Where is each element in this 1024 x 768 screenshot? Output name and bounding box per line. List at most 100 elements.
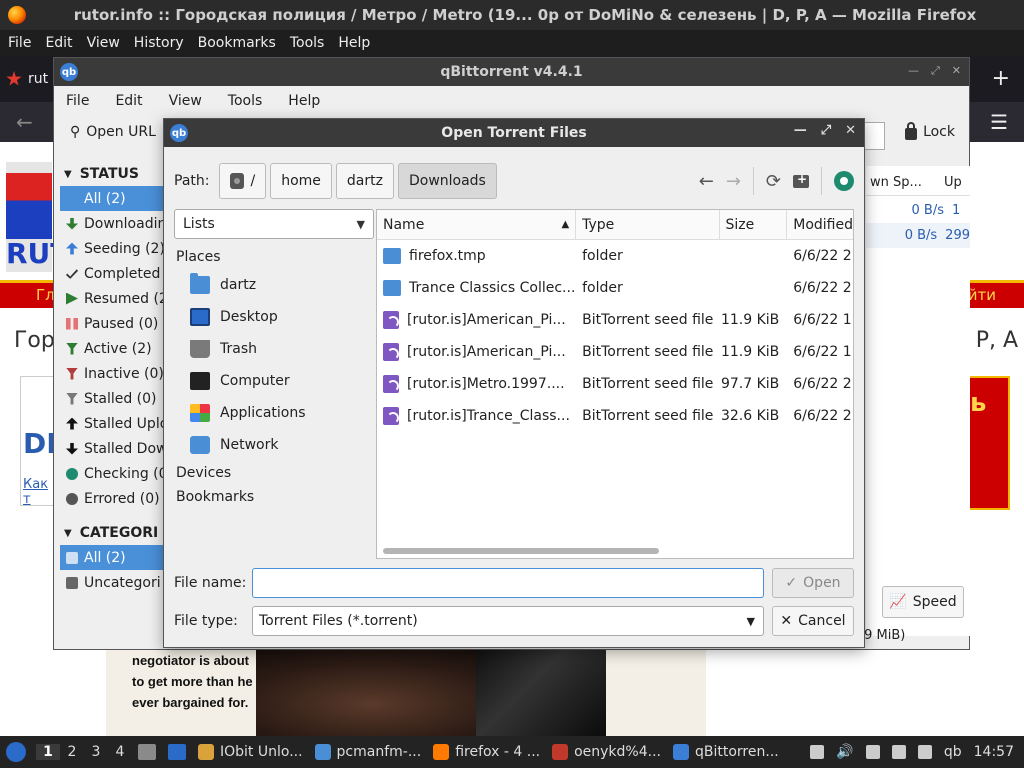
status-filter-item[interactable]: All (2) [60, 186, 170, 211]
file-type-combo[interactable]: Torrent Files (*.torrent) ▼ [252, 606, 764, 636]
place-item[interactable]: Applications [174, 397, 374, 429]
workspace-button[interactable]: 3 [84, 744, 108, 760]
speed-button[interactable]: 📈 Speed [882, 586, 964, 618]
menu-bookmarks[interactable]: Bookmarks [198, 35, 276, 51]
volume-icon[interactable]: 🔊 [836, 744, 853, 760]
horizontal-scrollbar[interactable] [383, 548, 659, 554]
qb-menu-view[interactable]: View [169, 93, 202, 109]
ad-banner-left[interactable]: DL Как т [20, 376, 64, 507]
display-icon[interactable] [917, 745, 932, 759]
qbittorrent-tray-icon[interactable]: qb [944, 744, 962, 760]
cancel-button[interactable]: ✕ Cancel [772, 606, 854, 636]
network-tray-icon[interactable] [810, 745, 825, 759]
category-filter-item[interactable]: All (2) [60, 545, 170, 570]
taskbar-task[interactable]: oenykd%4... [546, 744, 667, 760]
open-url-button[interactable]: ⚲ Open URL [70, 124, 156, 140]
browser-tab[interactable]: rut [6, 64, 56, 94]
categories-section-header[interactable]: ▼ CATEGORI [60, 521, 170, 545]
path-crumb-dartz[interactable]: dartz [335, 163, 394, 199]
qb-menu-tools[interactable]: Tools [228, 93, 263, 109]
places-header[interactable]: Places [174, 245, 374, 269]
open-button[interactable]: ✓ Open [772, 568, 854, 598]
status-filter-item[interactable]: Paused (0) [60, 311, 170, 336]
taskbar-task[interactable]: IObit Unlo... [192, 744, 309, 760]
workspace-button[interactable]: 4 [108, 744, 132, 760]
keyboard-icon[interactable] [891, 745, 906, 759]
col-download-speed[interactable]: wn Sp... [866, 175, 940, 190]
path-crumb-home[interactable]: home [270, 163, 332, 199]
place-item[interactable]: Computer [174, 365, 374, 397]
file-name-input[interactable] [252, 568, 764, 598]
status-filter-item[interactable]: Stalled (0) [60, 386, 170, 411]
qb-menu-help[interactable]: Help [288, 93, 320, 109]
path-crumb-downloads[interactable]: Downloads [397, 163, 497, 199]
status-filter-item[interactable]: Stalled Dow [60, 436, 170, 461]
place-item[interactable]: Trash [174, 333, 374, 365]
clipboard-icon[interactable] [865, 745, 880, 759]
taskbar-task[interactable]: pcmanfm-... [309, 744, 428, 760]
category-filter-item[interactable]: Uncategori [60, 570, 170, 595]
qb-menu-file[interactable]: File [66, 93, 89, 109]
site-nav-home[interactable]: Гл [36, 286, 55, 304]
new-tab-button[interactable]: + [992, 66, 1010, 91]
col-name[interactable]: Name ▲ [377, 210, 577, 239]
view-mode-combo[interactable]: Lists ▼ [174, 209, 374, 239]
workspace-button[interactable]: 2 [60, 744, 84, 760]
torrent-row[interactable]: 0 B/s 1 [866, 198, 970, 223]
maximize-icon[interactable]: ⤢ [821, 123, 831, 138]
devices-header[interactable]: Devices [174, 461, 374, 485]
menu-view[interactable]: View [87, 35, 120, 51]
menu-edit[interactable]: Edit [45, 35, 72, 51]
taskbar-task[interactable]: qBittorren... [667, 744, 785, 760]
minimize-icon[interactable]: — [794, 123, 807, 138]
site-nav-search[interactable]: йти [968, 286, 996, 304]
close-icon[interactable]: ✕ [952, 64, 961, 78]
place-item[interactable]: Desktop [174, 301, 374, 333]
file-manager-icon[interactable] [138, 744, 156, 760]
status-filter-item[interactable]: Inactive (0) [60, 361, 170, 386]
col-type[interactable]: Type [576, 210, 720, 239]
file-row[interactable]: Trance Classics Collec... folder 6/6/22 2: [377, 272, 853, 304]
workspace-button[interactable]: 1 [36, 744, 60, 760]
close-icon[interactable]: ✕ [845, 123, 856, 138]
forward-arrow-icon[interactable]: → [726, 171, 741, 192]
hamburger-menu-icon[interactable]: ☰ [990, 110, 1008, 134]
status-filter-item[interactable]: Errored (0) [60, 486, 170, 511]
reload-icon[interactable]: ⟳ [766, 171, 781, 192]
clock[interactable]: 14:57 [974, 744, 1014, 760]
status-filter-item[interactable]: Resumed (2 [60, 286, 170, 311]
ad-link[interactable]: Как т [23, 477, 55, 507]
menu-history[interactable]: History [134, 35, 184, 51]
taskbar-task[interactable]: firefox - 4 ... [427, 744, 546, 760]
menu-file[interactable]: File [8, 35, 31, 51]
status-section-header[interactable]: ▼ STATUS [60, 162, 170, 186]
status-filter-item[interactable]: Checking (0 [60, 461, 170, 486]
start-menu-icon[interactable] [6, 742, 26, 762]
file-row[interactable]: [rutor.is]American_Pi... BitTorrent seed … [377, 304, 853, 336]
menu-help[interactable]: Help [338, 35, 370, 51]
status-filter-item[interactable]: Active (2) [60, 336, 170, 361]
torrent-row[interactable]: 0 B/s 299 [866, 223, 970, 248]
status-filter-item[interactable]: Downloadin [60, 211, 170, 236]
back-arrow-icon[interactable]: ← [699, 171, 714, 192]
col-modified[interactable]: Modified [787, 210, 853, 239]
network-icon[interactable] [834, 171, 854, 191]
place-item[interactable]: dartz [174, 269, 374, 301]
bookmarks-header[interactable]: Bookmarks [174, 485, 374, 509]
back-arrow-icon[interactable]: ← [16, 110, 33, 134]
status-filter-item[interactable]: Completed [60, 261, 170, 286]
status-filter-item[interactable]: Stalled Uplo [60, 411, 170, 436]
col-upload-speed[interactable]: Up [940, 175, 962, 190]
place-item[interactable]: Network [174, 429, 374, 461]
show-desktop-icon[interactable] [168, 744, 186, 760]
menu-tools[interactable]: Tools [290, 35, 325, 51]
file-row[interactable]: firefox.tmp folder 6/6/22 2: [377, 240, 853, 272]
path-crumb-root[interactable]: / [219, 163, 267, 199]
qb-menu-edit[interactable]: Edit [115, 93, 142, 109]
ad-banner-right[interactable]: ь [968, 376, 1010, 510]
col-size[interactable]: Size [720, 210, 788, 239]
new-folder-icon[interactable] [793, 172, 809, 188]
lock-button[interactable]: Lock [905, 122, 955, 140]
file-row[interactable]: [rutor.is]American_Pi... BitTorrent seed … [377, 336, 853, 368]
minimize-icon[interactable]: — [908, 64, 919, 78]
